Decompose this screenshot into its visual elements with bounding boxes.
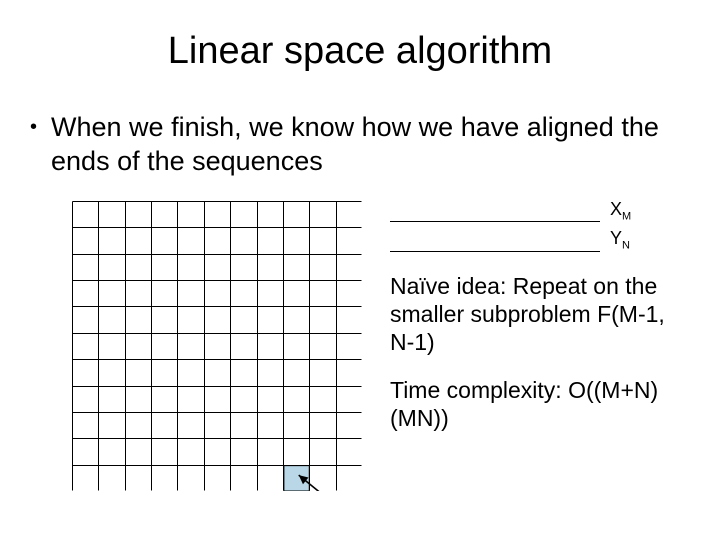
right-column: XM YN Naïve idea: Repeat on the smaller … (390, 197, 684, 432)
sequence-x-rule (390, 210, 600, 222)
seq-x-var: X (610, 199, 622, 219)
slide: Linear space algorithm • When we finish,… (0, 0, 720, 540)
sequence-x-row: XM (390, 199, 684, 223)
seq-y-var: Y (610, 228, 622, 248)
sequence-y-rule (390, 240, 600, 252)
content-row: XM YN Naïve idea: Repeat on the smaller … (36, 197, 684, 491)
time-complexity-text: Time complexity: O((M+N)(MN)) (390, 376, 684, 432)
seq-x-sub: M (622, 210, 631, 222)
dp-grid (72, 201, 362, 491)
slide-title: Linear space algorithm (36, 30, 684, 73)
sequence-y-row: YN (390, 228, 684, 252)
sequence-x-label: XM (610, 199, 631, 223)
bullet-text: When we finish, we know how we have alig… (51, 111, 684, 179)
sequence-y-label: YN (610, 228, 630, 252)
bullet-item: • When we finish, we know how we have al… (30, 111, 684, 179)
grid-svg (72, 201, 362, 491)
naive-idea-text: Naïve idea: Repeat on the smaller subpro… (390, 272, 684, 356)
bullet-marker: • (30, 111, 37, 143)
seq-y-sub: N (622, 240, 630, 252)
